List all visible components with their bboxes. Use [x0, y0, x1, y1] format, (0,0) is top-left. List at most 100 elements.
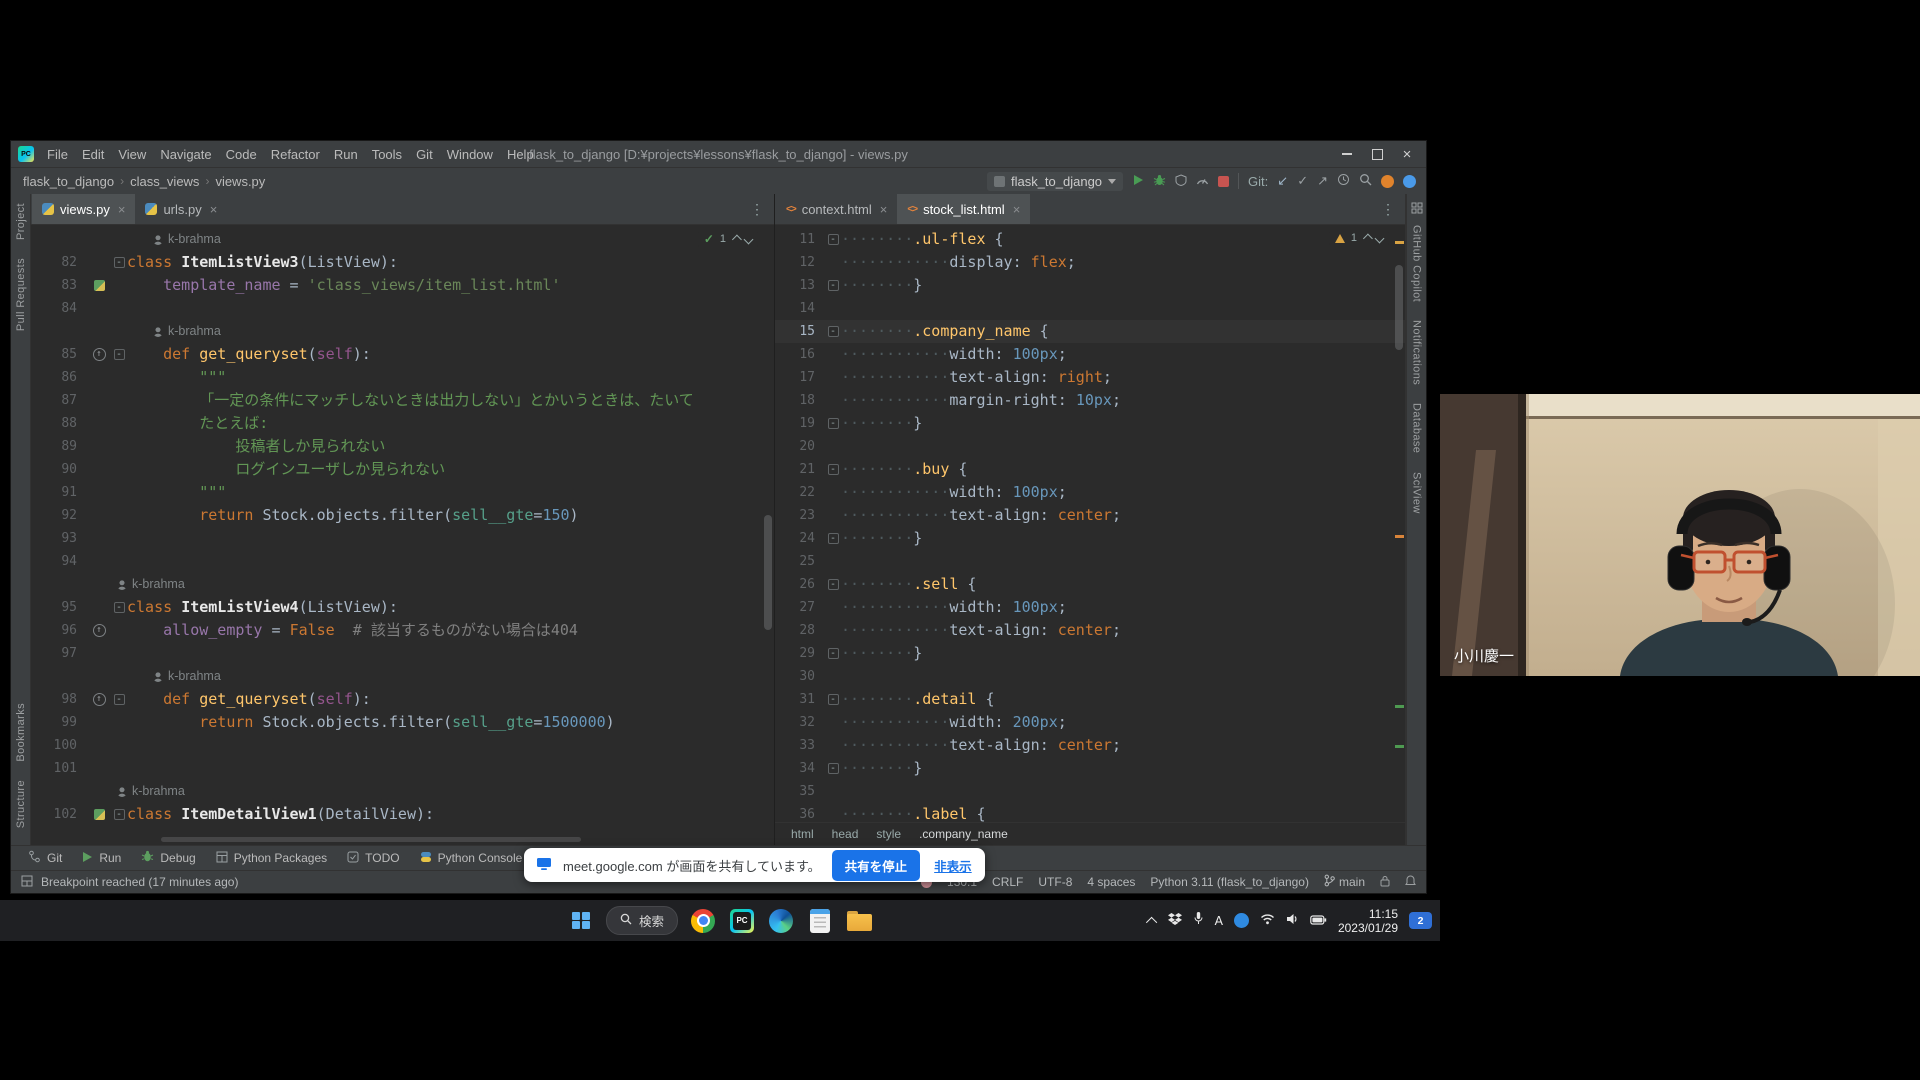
menu-help[interactable]: Help	[500, 147, 541, 162]
close-tab-icon[interactable]: ×	[118, 202, 126, 217]
fold-marker[interactable]: -	[827, 280, 839, 291]
settings-sync-icon[interactable]	[1381, 174, 1394, 188]
lock-icon[interactable]	[1380, 875, 1390, 890]
tool-window-button-run[interactable]: Run	[73, 846, 130, 870]
tool-window-button-todo[interactable]: TODO	[338, 846, 408, 870]
menu-git[interactable]: Git	[409, 147, 440, 162]
breadcrumb-item[interactable]: html	[791, 827, 814, 841]
file-explorer-icon[interactable]	[845, 907, 873, 935]
git-commit-button[interactable]: ✓	[1297, 173, 1308, 189]
fold-marker[interactable]: -	[827, 418, 839, 429]
fold-marker[interactable]: -	[113, 349, 125, 360]
warning-stripe-mark[interactable]	[1395, 535, 1404, 538]
breadcrumb-item[interactable]: .company_name	[919, 827, 1008, 841]
inspection-widget[interactable]: ✓ 1	[697, 230, 758, 248]
close-tab-icon[interactable]: ×	[1013, 202, 1021, 217]
microphone-icon[interactable]	[1193, 911, 1204, 930]
python-editor[interactable]: k-brahma 82- class ItemListView3(ListView)…	[31, 225, 774, 845]
breadcrumb-item[interactable]: class_views	[128, 174, 201, 189]
taskbar-clock[interactable]: 11:15 2023/01/29	[1338, 907, 1398, 935]
tool-window-button-python-packages[interactable]: Python Packages	[207, 846, 336, 870]
interpreter-indicator[interactable]: Python 3.11 (flask_to_django)	[1150, 875, 1309, 889]
menu-tools[interactable]: Tools	[365, 147, 409, 162]
close-button[interactable]: ×	[1392, 142, 1422, 166]
next-problem-icon[interactable]	[743, 234, 754, 244]
close-tab-icon[interactable]: ×	[880, 202, 888, 217]
encoding-indicator[interactable]: UTF-8	[1038, 875, 1072, 889]
gutter-override-icon[interactable]: ↑	[92, 624, 106, 637]
chrome-icon[interactable]	[689, 907, 717, 935]
inspection-widget[interactable]: 1	[1328, 230, 1389, 246]
taskbar-search[interactable]: 検索	[605, 906, 679, 935]
scrollbar-thumb[interactable]	[764, 515, 772, 630]
stop-button[interactable]	[1218, 175, 1230, 187]
pycharm-taskbar-icon[interactable]	[728, 907, 756, 935]
menu-edit[interactable]: Edit	[75, 147, 111, 162]
stop-sharing-button[interactable]: 共有を停止	[831, 849, 921, 881]
gutter-override-icon[interactable]: ↑	[92, 348, 106, 361]
code-author-hint[interactable]: k-brahma	[153, 320, 221, 343]
notepad-icon[interactable]	[806, 907, 834, 935]
search-everywhere-button[interactable]	[1359, 173, 1372, 189]
gutter-run-icon[interactable]	[93, 280, 105, 291]
gutter-run-icon[interactable]	[93, 809, 105, 820]
tab-options-icon[interactable]: ⋮	[1371, 194, 1405, 224]
tray-app-icon[interactable]	[1233, 913, 1249, 928]
indent-indicator[interactable]: 4 spaces	[1087, 875, 1135, 889]
run-configuration-select[interactable]: flask_to_django	[986, 171, 1124, 191]
start-button[interactable]	[567, 907, 595, 935]
layout-grid-icon[interactable]	[1411, 202, 1423, 214]
git-branch-indicator[interactable]: main	[1324, 874, 1365, 890]
menu-navigate[interactable]: Navigate	[153, 147, 218, 162]
volume-icon[interactable]	[1286, 912, 1299, 930]
wifi-icon[interactable]	[1260, 912, 1275, 930]
battery-icon[interactable]	[1310, 912, 1327, 930]
ime-indicator[interactable]: A	[1215, 914, 1223, 928]
fold-marker[interactable]: -	[827, 326, 839, 337]
menu-view[interactable]: View	[111, 147, 153, 162]
profiler-button[interactable]	[1196, 174, 1209, 189]
editor-tab-context.html[interactable]: <> context.html ×	[776, 194, 897, 224]
menu-refactor[interactable]: Refactor	[264, 147, 327, 162]
warning-stripe-mark[interactable]	[1395, 241, 1404, 244]
tool-window-button-sciview[interactable]: SciView	[1411, 463, 1423, 523]
horizontal-scrollbar[interactable]	[161, 837, 581, 842]
code-author-hint[interactable]: k-brahma	[117, 780, 185, 803]
tool-window-button-github-copilot[interactable]: GitHub Copilot	[1411, 216, 1423, 311]
tool-window-button-database[interactable]: Database	[1411, 394, 1423, 462]
coverage-button[interactable]	[1175, 173, 1187, 189]
fold-marker[interactable]: -	[827, 648, 839, 659]
tool-window-button-git[interactable]: Git	[19, 846, 71, 870]
tool-window-button-bookmarks[interactable]: Bookmarks	[15, 694, 27, 771]
tool-window-switcher-icon[interactable]	[21, 875, 33, 890]
tray-expand-icon[interactable]	[1145, 916, 1157, 928]
breadcrumb-item[interactable]: flask_to_django	[21, 174, 116, 189]
line-ending-indicator[interactable]: CRLF	[992, 875, 1023, 889]
code-with-me-icon[interactable]	[1403, 174, 1416, 188]
code-author-hint[interactable]: k-brahma	[153, 228, 221, 251]
editor-tab-views.py[interactable]: views.py ×	[32, 194, 136, 224]
fold-marker[interactable]: -	[113, 809, 125, 820]
edge-icon[interactable]	[767, 907, 795, 935]
html-editor[interactable]: 11- ········.ul-flex {12 ············displ…	[775, 225, 1405, 845]
debug-button[interactable]	[1153, 174, 1166, 189]
notifications-bell-icon[interactable]	[1405, 874, 1416, 890]
close-tab-icon[interactable]: ×	[210, 202, 218, 217]
next-problem-icon[interactable]	[1374, 233, 1385, 243]
git-push-button[interactable]: ↗	[1317, 173, 1328, 189]
fold-marker[interactable]: -	[827, 694, 839, 705]
tool-window-button-notifications[interactable]: Notifications	[1411, 311, 1423, 394]
fold-marker[interactable]: -	[113, 694, 125, 705]
ok-stripe-mark[interactable]	[1395, 705, 1404, 708]
menu-run[interactable]: Run	[327, 147, 365, 162]
tool-window-button-debug[interactable]: Debug	[132, 846, 204, 870]
fold-marker[interactable]: -	[113, 257, 125, 268]
menu-file[interactable]: File	[40, 147, 75, 162]
dropbox-icon[interactable]	[1167, 912, 1182, 930]
prev-problem-icon[interactable]	[731, 234, 742, 244]
prev-problem-icon[interactable]	[1362, 233, 1373, 243]
fold-marker[interactable]: -	[113, 602, 125, 613]
tool-window-button-project[interactable]: Project	[15, 194, 27, 249]
tab-options-icon[interactable]: ⋮	[740, 194, 774, 224]
tool-window-button-pull-requests[interactable]: Pull Requests	[15, 249, 27, 340]
